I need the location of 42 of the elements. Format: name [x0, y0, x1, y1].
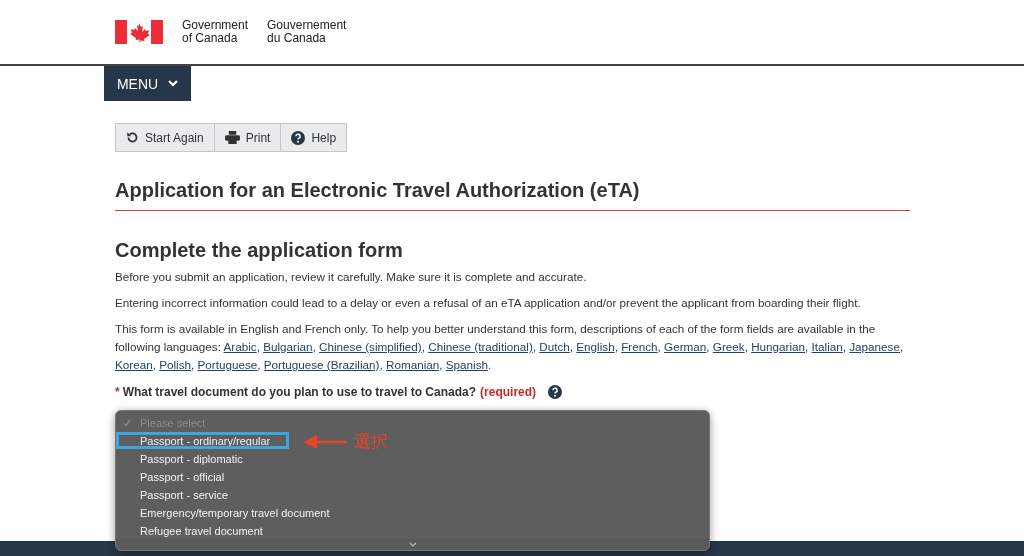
language-link[interactable]: English — [576, 340, 615, 353]
section-heading: Complete the application form — [115, 239, 404, 262]
paragraph: Before you submit an application, review it carefully. Make sure it is complete and accurate. — [115, 269, 588, 285]
language-link[interactable]: French — [621, 340, 658, 353]
dropdown-option[interactable]: Emergency/temporary travel document — [116, 504, 709, 522]
dropdown-option[interactable]: Passport - official — [116, 468, 709, 486]
help-icon[interactable] — [548, 385, 563, 399]
language-link[interactable]: Chinese (traditional) — [428, 340, 533, 353]
paragraph: Entering incorrect information could lead to a delay or even a refusal of an eTA application and/or prevent the applicant from boarding their flight. — [115, 295, 862, 311]
dropdown-option[interactable]: Refugee travel document — [116, 522, 709, 540]
paragraph: This form is available in English and French only. To help you better understand this form, descriptions of each of the form fields are available in the following languages: Arabic, Bulgarian, Chinese (simplified), Chinese (traditional), Dutch, English, French, German, Greek, Hungarian, Italian, Japanese, Korean, Polish, Portuguese, Portuguese (Brazilian), Romanian, Spanish. — [115, 321, 905, 373]
question-label: What travel document do you plan to use to travel to Canada? — [122, 385, 477, 399]
flag-icon — [115, 20, 163, 44]
help-button[interactable]: Help — [280, 123, 348, 152]
required-label: (required) — [480, 385, 537, 399]
printer-icon — [224, 131, 240, 144]
restart-icon — [126, 131, 139, 144]
language-link[interactable]: Italian — [811, 340, 843, 353]
chevron-down-icon[interactable] — [408, 541, 417, 547]
dropdown-option[interactable]: Passport - diplomatic — [116, 450, 709, 468]
chevron-down-icon — [168, 80, 179, 87]
dropdown-option[interactable]: Passport - ordinary/regular 選択 — [116, 432, 709, 450]
language-link[interactable]: Japanese — [849, 340, 900, 353]
dropdown-option[interactable]: Passport - service — [116, 486, 709, 504]
required-asterisk: * — [115, 385, 120, 399]
language-link[interactable]: Arabic — [223, 340, 257, 353]
arrow-icon — [303, 434, 347, 449]
government-name: Government of Canada — [182, 19, 249, 45]
language-link[interactable]: Bulgarian — [263, 340, 313, 353]
start-again-button[interactable]: Start Again — [115, 123, 215, 152]
help-icon — [291, 130, 306, 145]
government-name: Gouvernement du Canada — [267, 19, 347, 45]
menu-button[interactable]: MENU — [104, 66, 191, 101]
annotation-label: 選択 — [354, 430, 388, 453]
language-link[interactable]: Spanish — [445, 358, 488, 371]
language-link[interactable]: Dutch — [539, 340, 570, 353]
page-title: Application for an Electronic Travel Authorization (eTA) — [115, 179, 910, 211]
print-button[interactable]: Print — [213, 123, 282, 152]
language-link[interactable]: Korean — [115, 358, 153, 371]
language-link[interactable]: Greek — [712, 340, 745, 353]
checkmark-icon — [123, 419, 132, 427]
language-link[interactable]: Chinese (simplified) — [319, 340, 422, 353]
